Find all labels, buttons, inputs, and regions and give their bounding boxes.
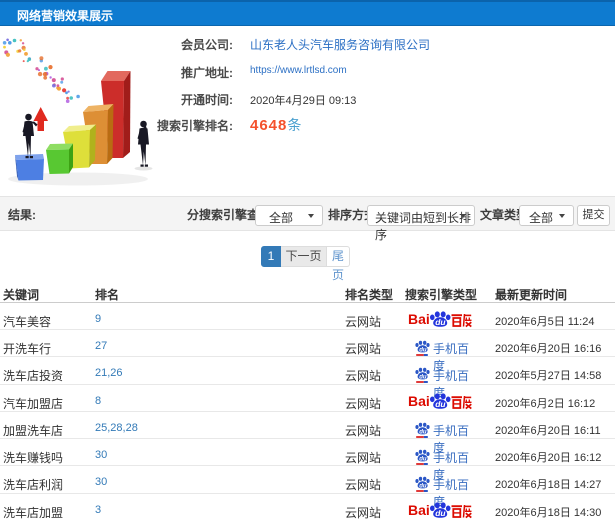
svg-text:Bai: Bai [408,502,430,518]
svg-text:du: du [419,429,427,435]
svg-text:du: du [435,317,446,327]
svg-text:Bai: Bai [408,311,430,327]
svg-text:du: du [435,508,446,518]
svg-text:Bai: Bai [408,393,430,409]
svg-text:du: du [419,348,427,354]
svg-text:du: du [435,399,446,409]
svg-text:du: du [419,484,427,490]
svg-text:du: du [419,457,427,463]
svg-text:du: du [419,375,427,381]
